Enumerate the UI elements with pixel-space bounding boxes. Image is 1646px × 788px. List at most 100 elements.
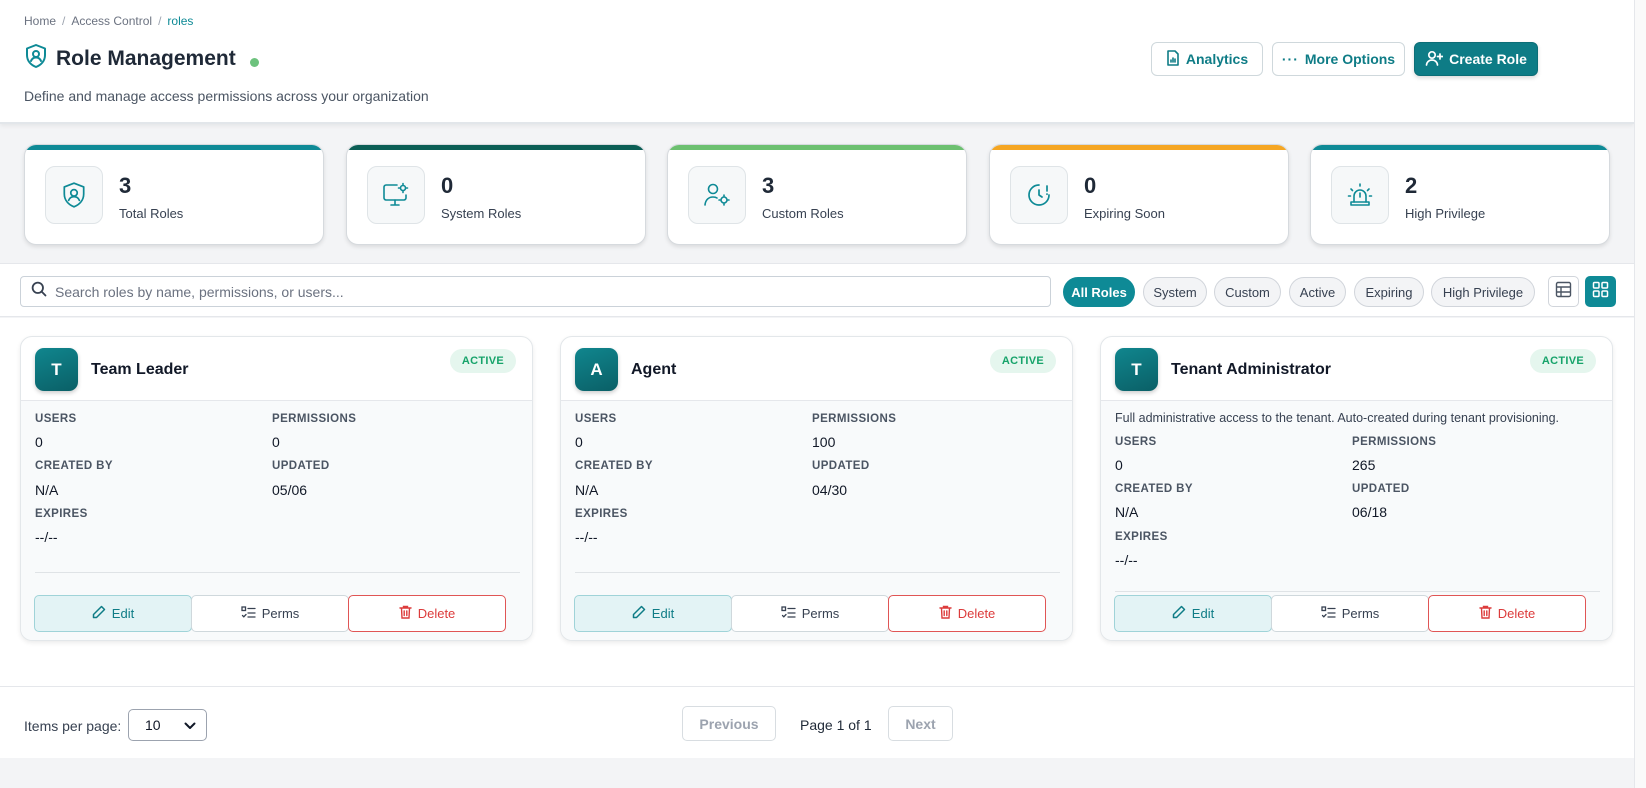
role-card-agent: A Agent ACTIVE USERS 0 PERMISSIONS 100 C… <box>560 336 1073 641</box>
status-badge: ACTIVE <box>989 349 1056 373</box>
items-per-page-select[interactable]: 10 <box>128 709 207 741</box>
more-options-label: More Options <box>1304 51 1396 67</box>
trash-icon <box>1479 605 1492 622</box>
updated-value: 06/18 <box>1352 504 1388 520</box>
shield-user-icon <box>45 166 103 224</box>
table-icon <box>1555 281 1572 303</box>
role-cards-grid: T Team Leader ACTIVE USERS 0 PERMISSIONS… <box>0 318 1634 686</box>
filter-chip-high-privilege[interactable]: High Privilege <box>1431 277 1535 307</box>
permissions-label: PERMISSIONS <box>1352 436 1437 448</box>
users-value: 0 <box>575 434 583 450</box>
perms-button[interactable]: Perms <box>1271 595 1429 632</box>
title-row: Role Management <box>24 43 259 74</box>
siren-icon <box>1331 166 1389 224</box>
role-card-header: T Tenant Administrator ACTIVE <box>1101 337 1612 401</box>
role-card-header: A Agent ACTIVE <box>561 337 1072 401</box>
status-indicator <box>249 58 259 67</box>
chevron-down-icon <box>184 717 196 733</box>
table-view-button[interactable] <box>1548 276 1579 307</box>
search-input[interactable] <box>55 283 1035 300</box>
role-avatar: T <box>35 348 78 391</box>
perms-button[interactable]: Perms <box>731 595 889 632</box>
previous-button[interactable]: Previous <box>682 706 776 741</box>
created-by-label: CREATED BY <box>1115 483 1193 495</box>
stat-value: 0 <box>441 173 454 198</box>
permissions-label: PERMISSIONS <box>272 413 357 425</box>
role-avatar: A <box>575 348 618 391</box>
create-role-button[interactable]: Create Role <box>1414 42 1538 76</box>
list-check-icon <box>241 605 256 622</box>
updated-value: 04/30 <box>812 482 848 498</box>
filter-chip-all-roles[interactable]: All Roles <box>1063 277 1135 307</box>
breadcrumb: Home / Access Control / roles <box>24 14 193 28</box>
perms-button[interactable]: Perms <box>191 595 349 632</box>
trash-icon <box>939 605 952 622</box>
updated-value: 05/06 <box>272 482 308 498</box>
expires-value: --/-- <box>1115 552 1138 568</box>
stat-card-high-privilege: 2 High Privilege <box>1310 144 1610 245</box>
stat-label: System Roles <box>441 206 522 221</box>
role-management-page: Home / Access Control / roles Role Manag… <box>0 0 1634 788</box>
grid-view-button[interactable] <box>1585 276 1616 307</box>
filter-chip-system[interactable]: System <box>1143 277 1207 307</box>
role-name: Agent <box>631 361 677 378</box>
list-check-icon <box>781 605 796 622</box>
pencil-icon <box>92 605 106 622</box>
role-card-team-leader: T Team Leader ACTIVE USERS 0 PERMISSIONS… <box>20 336 533 641</box>
role-description: Full administrative access to the tenant… <box>1115 411 1560 425</box>
search-box[interactable] <box>20 276 1051 307</box>
stat-card-custom-roles: 3 Custom Roles <box>667 144 967 245</box>
delete-button[interactable]: Delete <box>888 595 1046 632</box>
items-per-page-label: Items per page: <box>24 718 122 734</box>
delete-label: Delete <box>417 606 456 621</box>
delete-label: Delete <box>957 606 996 621</box>
breadcrumb-separator: / <box>62 14 66 28</box>
page-info: Page 1 of 1 <box>800 717 872 733</box>
updated-label: UPDATED <box>1352 483 1410 495</box>
scrollbar[interactable] <box>1634 0 1646 788</box>
page-title: Role Management <box>56 46 236 70</box>
card-divider <box>575 572 1060 573</box>
edit-button[interactable]: Edit <box>34 595 192 632</box>
card-divider <box>35 572 520 573</box>
shield-user-icon <box>24 43 48 74</box>
permissions-value: 265 <box>1352 457 1376 473</box>
updated-label: UPDATED <box>812 460 870 472</box>
analytics-label: Analytics <box>1185 51 1249 67</box>
edit-button[interactable]: Edit <box>1114 595 1272 632</box>
monitor-gear-icon <box>367 166 425 224</box>
clock-alert-icon <box>1010 166 1068 224</box>
list-check-icon <box>1321 605 1336 622</box>
delete-button[interactable]: Delete <box>1428 595 1586 632</box>
perms-label: Perms <box>1341 606 1380 621</box>
analytics-button[interactable]: Analytics <box>1151 42 1263 76</box>
stat-card-system-roles: 0 System Roles <box>346 144 646 245</box>
role-avatar: T <box>1115 348 1158 391</box>
permissions-value: 0 <box>272 434 280 450</box>
pagination-bar: Items per page: 10 Previous Page 1 of 1 … <box>0 686 1634 758</box>
users-label: USERS <box>1115 436 1157 448</box>
breadcrumb-home[interactable]: Home <box>24 14 56 28</box>
more-options-button[interactable]: ··· More Options <box>1272 42 1405 76</box>
next-button[interactable]: Next <box>888 706 953 741</box>
filter-chip-expiring[interactable]: Expiring <box>1354 277 1424 307</box>
breadcrumb-access-control[interactable]: Access Control <box>71 14 152 28</box>
stat-value: 3 <box>119 173 132 198</box>
stat-accent-bar <box>25 145 323 150</box>
stat-accent-bar <box>347 145 645 150</box>
edit-button[interactable]: Edit <box>574 595 732 632</box>
expires-label: EXPIRES <box>575 508 628 520</box>
delete-button[interactable]: Delete <box>348 595 506 632</box>
filter-chip-active[interactable]: Active <box>1289 277 1346 307</box>
filter-chip-custom[interactable]: Custom <box>1214 277 1281 307</box>
updated-label: UPDATED <box>272 460 330 472</box>
stat-accent-bar <box>668 145 966 150</box>
status-badge: ACTIVE <box>449 349 516 373</box>
stat-label: High Privilege <box>1405 206 1486 221</box>
permissions-value: 100 <box>812 434 836 450</box>
stat-accent-bar <box>990 145 1288 150</box>
create-role-label: Create Role <box>1449 51 1527 67</box>
page-header: Home / Access Control / roles Role Manag… <box>0 0 1634 124</box>
permissions-label: PERMISSIONS <box>812 413 897 425</box>
search-icon <box>31 281 47 302</box>
